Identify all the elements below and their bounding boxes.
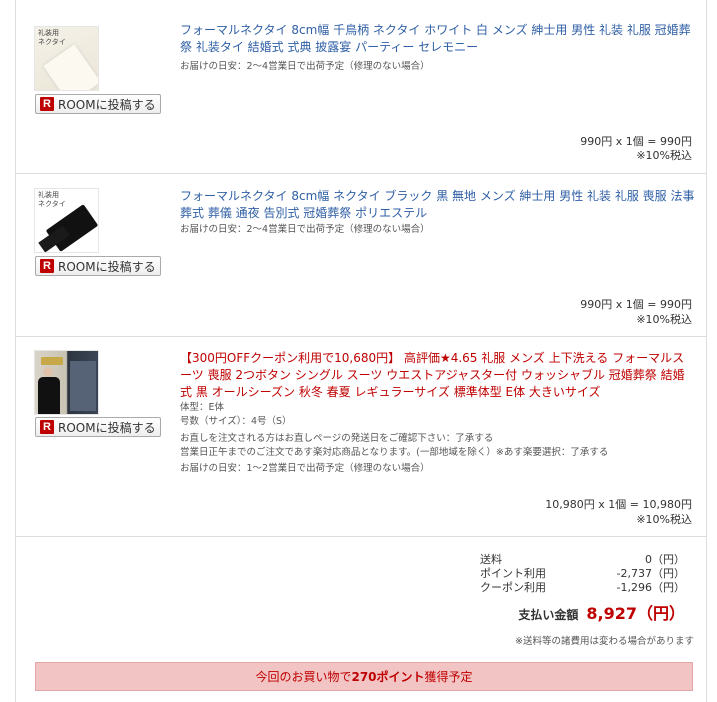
- product-title-link[interactable]: 【300円OFFクーポン利用で10,680円】 高評価★4.65 礼服 メンズ …: [180, 350, 695, 401]
- item-divider: [15, 173, 707, 174]
- room-post-label: ROOMに投稿する: [58, 259, 156, 274]
- option-alteration: お直しを注文される方はお直しページの発送日をご確認下さい：了承する: [180, 433, 494, 444]
- price-line: 990円 x 1個 = 990円: [580, 298, 692, 311]
- tax-note: ※10%税込: [636, 313, 692, 326]
- summary-label: クーポン利用: [480, 581, 546, 594]
- room-post-button[interactable]: R ROOMに投稿する: [35, 94, 161, 114]
- summary-row-shipping: 送料 0（円）: [480, 553, 685, 567]
- suit-shape: [38, 377, 60, 414]
- delivery-estimate: お届けの日安：2〜4営業日で出荷予定（修理のない場合）: [180, 224, 430, 235]
- summary-value: 0（円）: [645, 553, 685, 566]
- thumbnail-caption: 礼装用 ネクタイ: [38, 191, 66, 208]
- summary-value: -1,296（円）: [616, 581, 685, 594]
- tax-note: ※10%税込: [636, 513, 692, 526]
- option-size: 号数（サイズ）：4号（S）: [180, 416, 292, 427]
- product-title-link[interactable]: フォーマルネクタイ 8cm幅 千鳥柄 ネクタイ ホワイト 白 メンズ 紳士用 男…: [180, 22, 695, 56]
- tax-note: ※10%税込: [636, 149, 692, 162]
- delivery-estimate: お届けの日安：1〜2営業日で出荷予定（修理のない場合）: [180, 463, 430, 474]
- points-amount: 270ポイント: [351, 670, 425, 684]
- model-head-shape: [43, 367, 53, 377]
- rakuten-room-icon: R: [40, 97, 54, 111]
- brand-label-shape: [41, 357, 63, 365]
- delivery-estimate: お届けの日安：2〜4営業日で出荷予定（修理のない場合）: [180, 61, 430, 72]
- points-prefix: 今回のお買い物で: [255, 670, 352, 684]
- summary-row-coupon: クーポン利用 -1,296（円）: [480, 581, 685, 595]
- price-summary: 送料 0（円） ポイント利用 -2,737（円） クーポン利用 -1,296（円…: [480, 553, 685, 595]
- price-line: 10,980円 x 1個 = 10,980円: [545, 498, 692, 511]
- item-divider: [15, 336, 707, 337]
- tie-shape: [43, 44, 98, 90]
- option-body-type: 体型：E体: [180, 402, 225, 413]
- shipping-note: ※送料等の諸費用は変わる場合があります: [515, 636, 694, 647]
- rakuten-room-icon: R: [40, 259, 54, 273]
- rakuten-room-icon: R: [40, 420, 54, 434]
- points-suffix: 獲得予定: [424, 670, 473, 684]
- payment-total: 支払い金額 8,927（円）: [480, 600, 685, 624]
- points-banner: 今回のお買い物で 270ポイント 獲得予定: [35, 662, 693, 691]
- payment-total-label: 支払い金額: [518, 608, 579, 622]
- thumbnail-caption: 礼装用 ネクタイ: [38, 29, 66, 46]
- summary-row-points: ポイント利用 -2,737（円）: [480, 567, 685, 581]
- room-post-button[interactable]: R ROOMに投稿する: [35, 417, 161, 437]
- room-post-label: ROOMに投稿する: [58, 420, 156, 435]
- room-post-button[interactable]: R ROOMに投稿する: [35, 256, 161, 276]
- room-post-label: ROOMに投稿する: [58, 97, 156, 112]
- product-title-link[interactable]: フォーマルネクタイ 8cm幅 ネクタイ ブラック 黒 無地 メンズ 紳士用 男性…: [180, 188, 695, 222]
- product-thumbnail[interactable]: 礼装用 ネクタイ: [34, 26, 99, 91]
- payment-total-value: 8,927（円）: [586, 604, 685, 623]
- item-divider: [15, 536, 707, 537]
- product-thumbnail[interactable]: [34, 350, 99, 415]
- product-thumbnail[interactable]: 礼装用 ネクタイ: [34, 188, 99, 253]
- promo-panel-shape: [70, 361, 96, 411]
- price-line: 990円 x 1個 = 990円: [580, 135, 692, 148]
- summary-value: -2,737（円）: [616, 567, 685, 580]
- summary-label: 送料: [480, 553, 502, 566]
- option-express: 営業日正午までのご注文であす楽対応商品となります。(一部地域を除く）※あす楽要選…: [180, 447, 609, 458]
- summary-label: ポイント利用: [480, 567, 546, 580]
